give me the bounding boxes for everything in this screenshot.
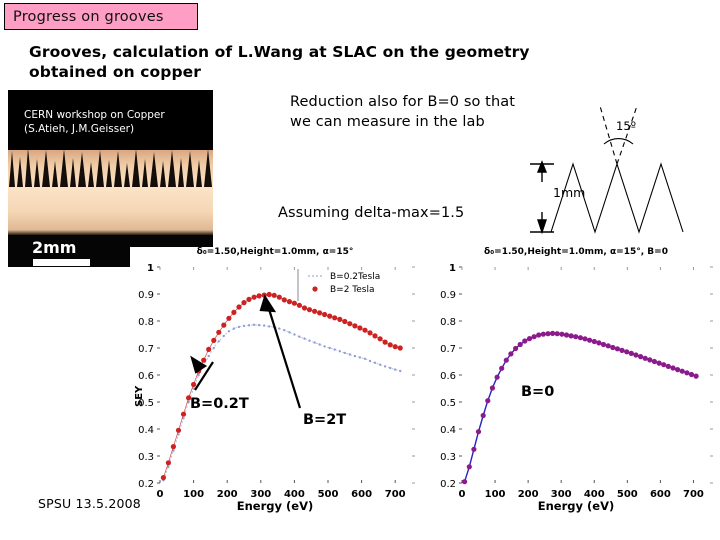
- angle-annotation: 15º: [616, 119, 637, 133]
- svg-text:0.2: 0.2: [440, 479, 456, 490]
- svg-text:1: 1: [147, 263, 154, 274]
- note-assuming: Assuming delta-max=1.5: [278, 205, 465, 221]
- svg-text:0.8: 0.8: [440, 317, 456, 328]
- groove-teeth-texture: [9, 148, 212, 187]
- svg-text:0.5: 0.5: [440, 398, 456, 409]
- slide-subtitle: Grooves, calculation of L.Wang at SLAC o…: [29, 43, 530, 81]
- sey-chart-no-field: δ₀=1.50,Height=1.0mm, α=15°, B=0 0.2 0.3 0…: [432, 247, 720, 515]
- annotation-b0: B=0: [521, 384, 555, 400]
- svg-text:0.4: 0.4: [440, 425, 456, 436]
- svg-text:0.8: 0.8: [138, 317, 154, 328]
- scale-bar: [33, 259, 90, 266]
- annotation-b02: B=0.2T: [190, 396, 249, 412]
- chart-right-plot: 0.20.30.40.50.60.70.80.910 100 200 300 400 50…: [440, 263, 713, 500]
- svg-text:0.7: 0.7: [440, 344, 456, 355]
- svg-text:0.9: 0.9: [138, 290, 154, 301]
- svg-text:0.7: 0.7: [138, 344, 154, 355]
- svg-text:0.3: 0.3: [138, 452, 154, 463]
- chart-right-xlabel: Energy (eV): [537, 499, 615, 513]
- chart-left-plot: 0.20.30.40.50.60.70.80.910 100 200 300 400 50…: [138, 263, 415, 500]
- chart-left-xlabel: Energy (eV): [236, 499, 314, 513]
- groove-geometry-diagram: 15º 1mm: [520, 92, 716, 244]
- svg-text:0.6: 0.6: [440, 371, 456, 382]
- photo-caption: CERN workshop on Copper (S.Atieh, J.M.Ge…: [24, 109, 165, 135]
- svg-text:0.6: 0.6: [138, 371, 154, 382]
- svg-text:0.9: 0.9: [440, 290, 456, 301]
- svg-text:0.4: 0.4: [138, 425, 154, 436]
- svg-text:1: 1: [449, 263, 456, 274]
- annotation-b2: B=2T: [303, 412, 347, 428]
- footer-date: SPSU 13.5.2008: [38, 496, 141, 511]
- svg-text:0.5: 0.5: [138, 398, 154, 409]
- scale-bar-label: 2mm: [32, 238, 77, 257]
- height-annotation: 1mm: [553, 185, 586, 200]
- legend-label-1: B=2 Tesla: [330, 285, 375, 295]
- sey-chart-with-field: δ₀=1.50,Height=1.0mm, α=15° SEY 0.2 0.3 0.…: [130, 247, 420, 515]
- svg-text:0.3: 0.3: [440, 452, 456, 463]
- note-reduction: Reduction also for B=0 so that we can me…: [290, 94, 516, 130]
- svg-text:0.2: 0.2: [138, 479, 154, 490]
- groove-geometry-svg: [530, 105, 684, 235]
- legend-label-0: B=0.2Tesla: [330, 272, 380, 282]
- slide-title-banner: Progress on grooves: [4, 3, 198, 30]
- slide-title-text: Progress on grooves: [13, 8, 164, 25]
